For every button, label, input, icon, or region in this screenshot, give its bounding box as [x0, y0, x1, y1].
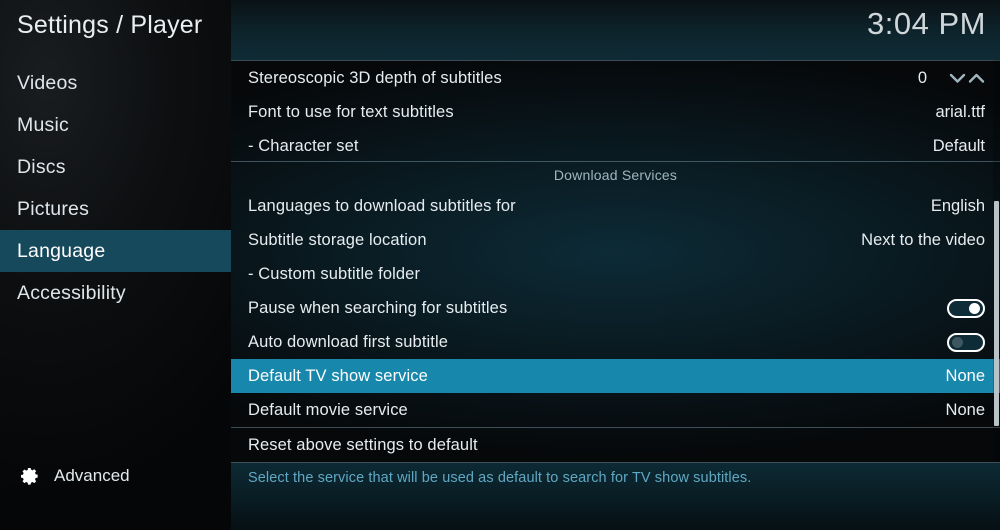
scrollbar-track[interactable] [993, 60, 1000, 462]
setting-row-auto-download-first-subtitle[interactable]: Auto download first subtitle [231, 325, 1000, 359]
setting-value: None [945, 400, 985, 419]
setting-label: Auto download first subtitle [248, 332, 448, 351]
gear-icon [20, 466, 40, 486]
spinner-arrows[interactable] [949, 71, 985, 85]
sidebar-item-label: Discs [17, 155, 66, 178]
sidebar-item-music[interactable]: Music [0, 104, 231, 146]
sidebar-item-discs[interactable]: Discs [0, 146, 231, 188]
setting-row-default-movie-service[interactable]: Default movie service None [231, 393, 1000, 427]
toggle-knob [969, 302, 980, 314]
toggle-pause-when-searching[interactable] [947, 298, 985, 318]
setting-label: Reset above settings to default [248, 435, 478, 454]
sidebar-item-label: Music [17, 113, 69, 136]
setting-row-character-set[interactable]: - Character set Default [231, 129, 1000, 163]
sidebar-item-language[interactable]: Language [0, 230, 231, 272]
group-header-download-services: Download Services [231, 161, 1000, 189]
chevron-down-icon[interactable] [949, 71, 966, 85]
page-title: Settings / Player [17, 11, 203, 39]
clock: 3:04 PM [867, 6, 986, 41]
setting-label: - Character set [248, 136, 359, 155]
setting-label: Subtitle storage location [248, 230, 427, 249]
header-bar: 3:04 PM [231, 0, 1000, 60]
sidebar-item-label: Pictures [17, 197, 90, 220]
setting-row-custom-subtitle-folder[interactable]: - Custom subtitle folder [231, 257, 1000, 291]
setting-label: Stereoscopic 3D depth of subtitles [248, 68, 502, 87]
setting-row-pause-when-searching[interactable]: Pause when searching for subtitles [231, 291, 1000, 325]
setting-label: Default movie service [248, 400, 408, 419]
setting-value: Default [932, 136, 985, 155]
setting-row-subtitle-storage-location[interactable]: Subtitle storage location Next to the vi… [231, 223, 1000, 257]
toggle-knob [952, 336, 963, 348]
sidebar: Settings / Player Videos Music Discs Pic… [0, 0, 231, 530]
setting-value: None [945, 366, 985, 385]
setting-label: Font to use for text subtitles [248, 102, 454, 121]
kodi-settings-window: 3:04 PM Settings / Player Videos Music D… [0, 0, 1000, 530]
setting-label: Default TV show service [248, 366, 428, 385]
group-header-label: Download Services [553, 167, 678, 183]
setting-control-spinner[interactable]: 0 [918, 69, 985, 88]
setting-value: Next to the video [861, 230, 985, 249]
setting-label: Pause when searching for subtitles [248, 298, 508, 317]
sidebar-item-label: Language [17, 239, 106, 262]
sidebar-item-advanced[interactable]: Advanced [0, 459, 231, 493]
setting-label: - Custom subtitle folder [248, 264, 421, 283]
sidebar-item-pictures[interactable]: Pictures [0, 188, 231, 230]
scrollbar-thumb[interactable] [994, 201, 999, 426]
sidebar-category-list: Videos Music Discs Pictures Language Acc… [0, 62, 231, 314]
setting-row-font-for-subtitles[interactable]: Font to use for text subtitles arial.ttf [231, 95, 1000, 129]
setting-row-reset-to-default[interactable]: Reset above settings to default [231, 428, 1000, 462]
setting-value: arial.ttf [935, 102, 985, 121]
sidebar-item-label: Accessibility [17, 281, 126, 304]
help-bar: Select the service that will be used as … [231, 462, 1000, 530]
setting-row-default-tv-show-service[interactable]: Default TV show service None [231, 359, 1000, 393]
sidebar-item-videos[interactable]: Videos [0, 62, 231, 104]
help-text: Select the service that will be used as … [248, 470, 752, 486]
setting-label: Languages to download subtitles for [248, 196, 516, 215]
chevron-up-icon[interactable] [968, 71, 985, 85]
sidebar-advanced-label: Advanced [54, 466, 130, 485]
setting-value: 0 [917, 68, 927, 87]
toggle-auto-download-first-subtitle[interactable] [947, 332, 985, 352]
setting-row-stereoscopic-3d-depth[interactable]: Stereoscopic 3D depth of subtitles 0 [231, 61, 1000, 95]
sidebar-item-accessibility[interactable]: Accessibility [0, 272, 231, 314]
setting-row-languages-to-download[interactable]: Languages to download subtitles for Engl… [231, 189, 1000, 223]
sidebar-item-label: Videos [17, 71, 78, 94]
setting-value: English [930, 196, 985, 215]
settings-panel: Stereoscopic 3D depth of subtitles 0 Fon… [231, 60, 1000, 462]
